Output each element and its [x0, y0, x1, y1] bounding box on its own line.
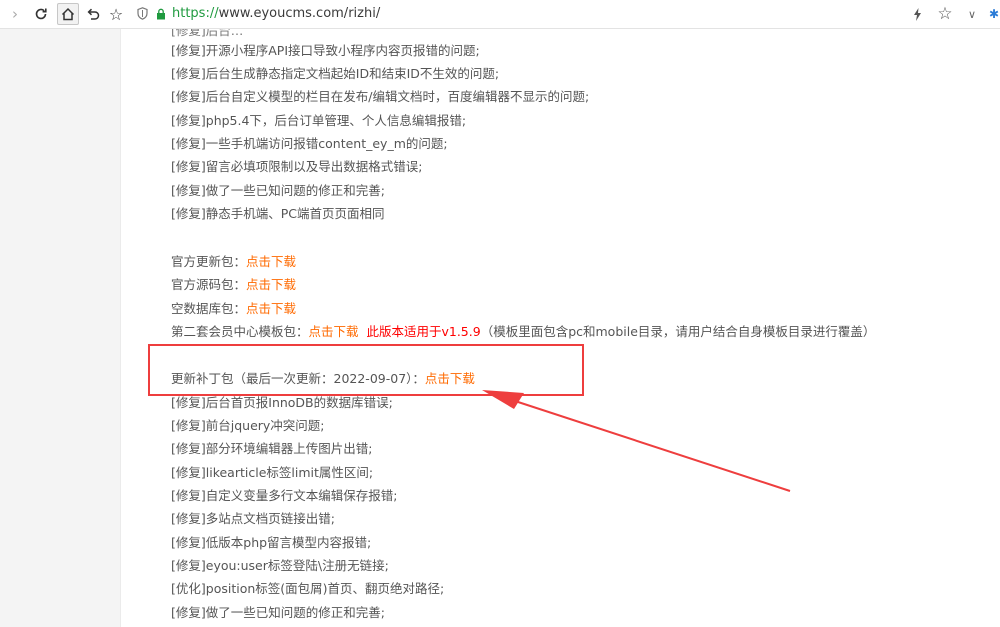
list-item: [修复]部分环境编辑器上传图片出错; — [171, 441, 373, 456]
url-path: www.eyoucms.com/rizhi/ — [218, 6, 381, 21]
list-item: [修复]多站点文档页链接出错; — [171, 511, 335, 526]
download-link[interactable]: 点击下载 — [246, 254, 296, 269]
list-item: [修复]eyou:user标签登陆\注册无链接; — [171, 558, 389, 573]
list-item: [修复]likearticle标签limit属性区间; — [171, 465, 374, 480]
download-link[interactable]: 点击下载 — [309, 324, 359, 339]
list-item: [修复]低版本php留言模型内容报错; — [171, 535, 372, 550]
list-item: [修复]前台jquery冲突问题; — [171, 418, 325, 433]
home-icon[interactable] — [57, 3, 79, 25]
undo-icon[interactable] — [82, 3, 104, 25]
download-row-member-template: 第二套会员中心模板包：点击下载 此版本适用于v1.5.9（模板里面包含pc和mo… — [171, 324, 875, 340]
list-item: [修复]静态手机端、PC端首页页面相同 — [171, 206, 385, 221]
browser-toolbar: › ☆ https://www.eyoucms.com/rizhi/ ☆ ∨ ✱ — [0, 0, 1000, 29]
list-item: [修复]做了一些已知问题的修正和完善; — [171, 605, 385, 620]
url-scheme: https:// — [172, 6, 219, 21]
changelog-content: [修复]后台… [修复]开源小程序API接口导致小程序内容页报错的问题; [修复… — [121, 29, 1000, 627]
version-note: 此版本适用于v1.5.9 — [366, 324, 481, 339]
refresh-icon[interactable] — [30, 3, 52, 25]
lightning-icon[interactable] — [910, 3, 924, 25]
chevron-down-icon[interactable]: ∨ — [964, 3, 980, 25]
list-item: [修复]后台首页报InnoDB的数据库错误; — [171, 395, 393, 410]
address-bar[interactable]: https://www.eyoucms.com/rizhi/ — [132, 3, 980, 25]
download-row-update: 官方更新包：点击下载 — [171, 254, 296, 270]
list-item: [修复]后台生成静态指定文档起始ID和结束ID不生效的问题; — [171, 66, 500, 81]
annotation-highlight-box — [148, 344, 584, 396]
star-icon[interactable]: ☆ — [105, 3, 127, 25]
download-row-database: 空数据库包：点击下载 — [171, 301, 296, 317]
lock-icon — [157, 8, 165, 20]
bookmark-star-icon[interactable]: ☆ — [934, 3, 956, 25]
list-item: [修复]开源小程序API接口导致小程序内容页报错的问题; — [171, 43, 480, 58]
download-label: 官方更新包： — [171, 254, 247, 269]
list-item: [修复]留言必填项限制以及导出数据格式错误; — [171, 159, 423, 174]
list-item: [优化]position标签(面包屑)首页、翻页绝对路径; — [171, 581, 445, 596]
chevron-right-icon[interactable]: › — [4, 3, 26, 25]
url-text: https://www.eyoucms.com/rizhi/ — [172, 6, 380, 21]
list-item: [修复]后台自定义模型的栏目在发布/编辑文档时，百度编辑器不显示的问题; — [171, 89, 590, 104]
download-label: 空数据库包： — [171, 301, 247, 316]
list-item: [修复]php5.4下，后台订单管理、个人信息编辑报错; — [171, 113, 467, 128]
list-item: [修复]自定义变量多行文本编辑保存报错; — [171, 488, 398, 503]
download-link[interactable]: 点击下载 — [246, 277, 296, 292]
shield-icon — [137, 7, 148, 20]
list-item: [修复]做了一些已知问题的修正和完善; — [171, 183, 385, 198]
clipped-top-line: [修复]后台… — [171, 29, 244, 38]
download-link[interactable]: 点击下载 — [246, 301, 296, 316]
page-left-margin — [0, 29, 121, 627]
template-note: （模板里面包含pc和mobile目录，请用户结合自身模板目录进行覆盖） — [480, 324, 876, 339]
download-row-source: 官方源码包：点击下载 — [171, 277, 296, 293]
list-item: [修复]一些手机端访问报错content_ey_m的问题; — [171, 136, 448, 151]
download-label: 第二套会员中心模板包： — [171, 324, 309, 339]
download-label: 官方源码包： — [171, 277, 247, 292]
extension-icon[interactable]: ✱ — [988, 3, 1000, 25]
